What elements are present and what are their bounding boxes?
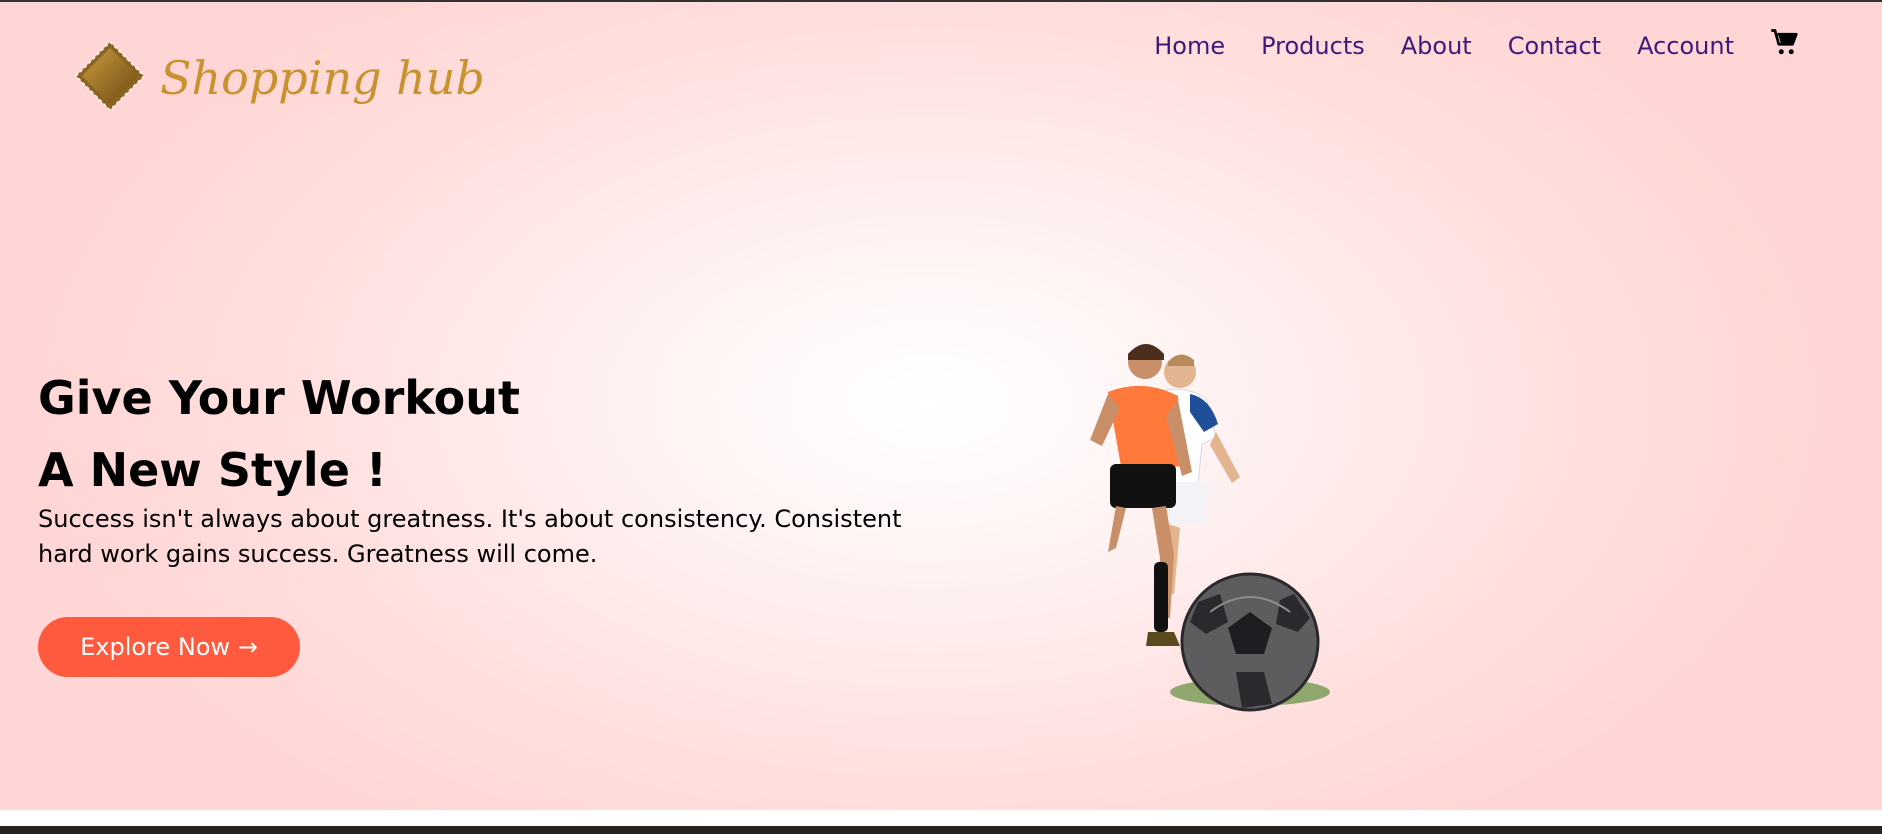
nav-contact[interactable]: Contact [1508, 32, 1601, 60]
soccer-players-image [1090, 344, 1330, 712]
explore-now-button[interactable]: Explore Now → [38, 617, 300, 677]
nav-products[interactable]: Products [1261, 32, 1365, 60]
nav-account[interactable]: Account [1637, 32, 1734, 60]
nav-home[interactable]: Home [1154, 32, 1225, 60]
footer-gap [0, 810, 1882, 826]
footer-strip [0, 826, 1882, 834]
diamond-logo-icon [74, 40, 146, 112]
hero-section: Shopping hub Home Products About Contact… [0, 2, 1882, 810]
headline-line-2: A New Style ! [38, 443, 387, 497]
main-nav: Home Products About Contact Account [1118, 29, 1800, 60]
brand-name: Shopping hub [160, 51, 485, 105]
logo[interactable]: Shopping hub [74, 40, 485, 112]
hero-headline: Give Your Workout A New Style ! [38, 362, 520, 506]
hero-subtitle: Success isn't always about greatness. It… [38, 505, 902, 568]
headline-line-1: Give Your Workout [38, 371, 520, 425]
nav-about[interactable]: About [1401, 32, 1472, 60]
cart-icon[interactable] [1770, 28, 1800, 58]
